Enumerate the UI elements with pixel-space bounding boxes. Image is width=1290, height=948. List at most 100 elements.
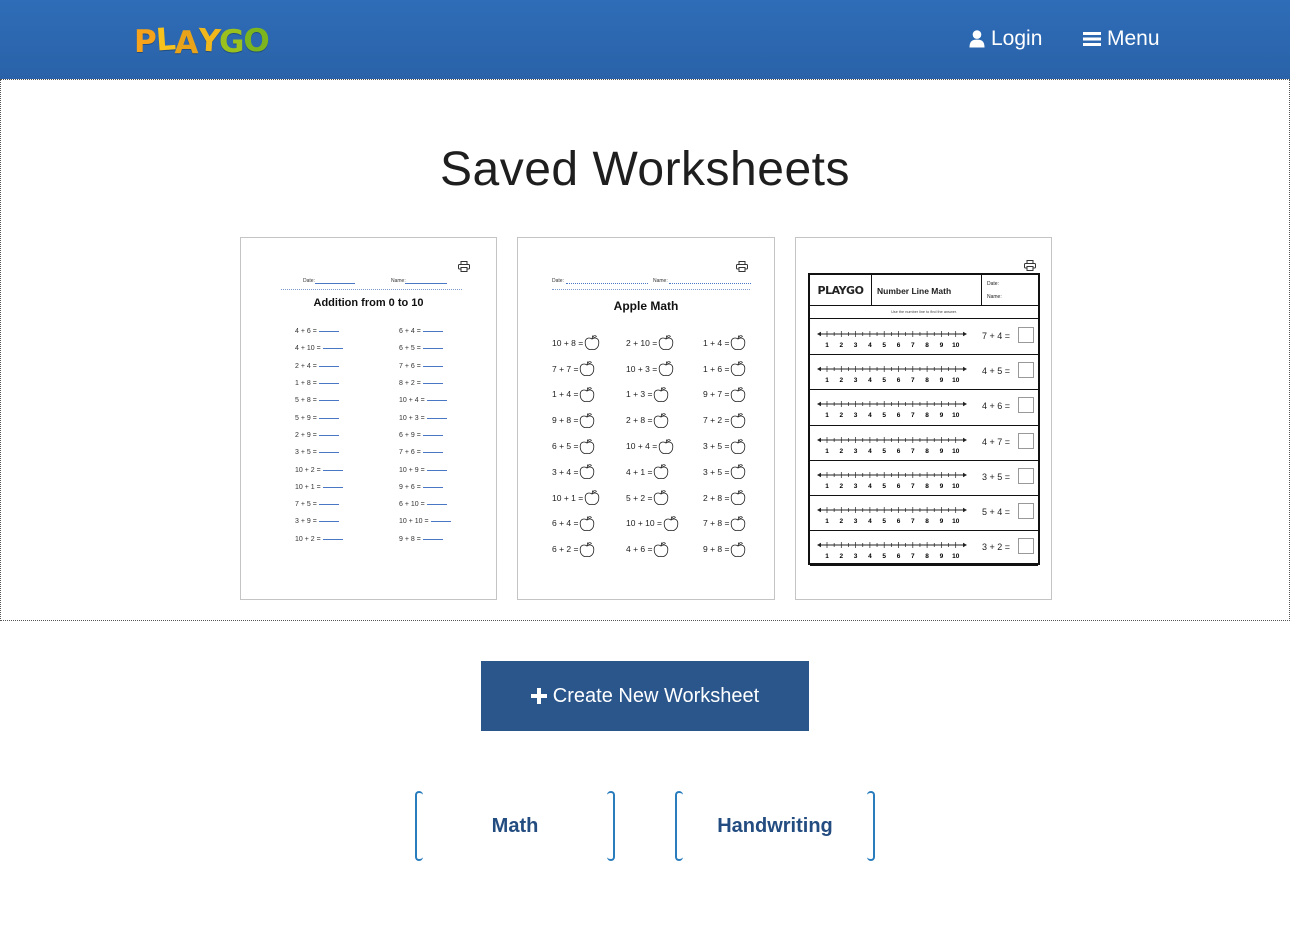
- problem-row: 6 + 4 =: [399, 323, 451, 340]
- number-line-label: 10: [952, 553, 960, 560]
- equation-text: 3 + 2 =: [982, 542, 1011, 553]
- answer-blank: [318, 417, 339, 419]
- problem-text: 3 + 5 =: [703, 441, 730, 452]
- number-line-label: 6: [897, 483, 901, 490]
- problem-text: 9 + 7 =: [703, 389, 730, 400]
- number-line-label: 2: [839, 412, 843, 419]
- answer-blank: [322, 538, 343, 540]
- name-label: Name:: [653, 278, 668, 284]
- number-line-label: 6: [897, 448, 901, 455]
- worksheet-instructions: Use the number line to find the answer.: [810, 306, 1038, 319]
- problem-row: 9 + 8 =: [552, 407, 600, 433]
- number-line-label: 10: [952, 448, 960, 455]
- number-line-label: 3: [854, 377, 858, 384]
- print-icon[interactable]: [458, 261, 470, 272]
- problem-text: 10 + 2 =: [295, 466, 321, 474]
- answer-blank: [318, 504, 339, 506]
- problem-text: 7 + 7 =: [552, 363, 579, 374]
- problem-text: 7 + 6 =: [399, 362, 421, 370]
- worksheet-header-fields: Date: Name:: [552, 278, 751, 290]
- number-line-label: 9: [940, 518, 944, 525]
- answer-blank: [422, 452, 443, 454]
- answer-blank: [422, 486, 443, 488]
- name-line: [669, 283, 751, 284]
- apple-icon: [731, 413, 746, 428]
- answer-blank: [422, 434, 443, 436]
- problem-text: 1 + 4 =: [703, 337, 730, 348]
- answer-blank: [318, 383, 339, 385]
- print-icon[interactable]: [1024, 260, 1036, 271]
- problem-row: 4 + 10 =: [295, 340, 343, 357]
- number-line-label: 1: [825, 342, 829, 349]
- problem-text: 6 + 10 =: [399, 501, 425, 509]
- number-line: 1 2 3 4 5 6 7 8 9 10: [817, 471, 967, 490]
- menu-button[interactable]: Menu: [1083, 27, 1160, 51]
- number-line-label: 2: [839, 377, 843, 384]
- problem-row: 10 + 2 =: [295, 531, 343, 548]
- number-line-label: 8: [925, 448, 929, 455]
- worksheet-header-fields: Date: Name:: [281, 278, 462, 290]
- problem-row: 7 + 5 =: [295, 496, 343, 513]
- number-line-label: 3: [854, 412, 858, 419]
- plus-icon: [530, 688, 547, 704]
- worksheet-title: Number Line Math: [872, 275, 982, 306]
- problem-list-col1: 10 + 8 = 7 + 7 = 1 + 4 = 9 + 8 = 6 + 5 = 3 + …: [552, 330, 600, 562]
- problem-text: 7 + 8 =: [703, 518, 730, 529]
- problem-text: 10 + 1 =: [295, 483, 321, 491]
- equation-text: 3 + 5 =: [982, 471, 1011, 482]
- playgo-logo[interactable]: PLAYGO: [134, 20, 270, 61]
- category-handwriting-button[interactable]: Handwriting: [675, 791, 875, 861]
- number-line-label: 7: [911, 342, 915, 349]
- problem-text: 6 + 2 =: [552, 544, 579, 555]
- number-line-row: 1 2 3 4 5 6 7 8 9 10 3 + 5 =: [810, 461, 1038, 496]
- problem-text: 4 + 6 =: [626, 544, 653, 555]
- problem-text: 6 + 5 =: [552, 441, 579, 452]
- login-button[interactable]: Login: [969, 27, 1042, 51]
- worksheet-card-number-line[interactable]: PLAYGO Number Line Math Date: Name: Use …: [795, 237, 1052, 600]
- apple-icon: [654, 490, 669, 506]
- category-math-button[interactable]: Math: [415, 791, 615, 861]
- print-icon[interactable]: [736, 261, 748, 272]
- logo-letter: A: [174, 25, 199, 61]
- problem-row: 4 + 1 =: [626, 459, 679, 485]
- problem-text: 8 + 2 =: [399, 380, 421, 388]
- number-line-label: 5: [882, 553, 886, 560]
- problem-row: 3 + 5 =: [295, 444, 343, 461]
- answer-blank: [318, 400, 339, 402]
- number-line-label: 6: [897, 518, 901, 525]
- number-line-label: 5: [882, 412, 886, 419]
- problem-text: 9 + 6 =: [399, 483, 421, 491]
- answer-blank: [322, 348, 343, 350]
- number-line-label: 7: [911, 553, 915, 560]
- problem-row: 2 + 8 =: [703, 485, 746, 511]
- worksheet-header: PLAYGO Number Line Math Date: Name:: [810, 275, 1038, 306]
- top-navbar: PLAYGO Login Menu: [0, 0, 1290, 79]
- number-line-label: 3: [854, 483, 858, 490]
- problem-row: 5 + 2 =: [626, 485, 679, 511]
- number-line-label: 2: [839, 342, 843, 349]
- answer-blank: [322, 469, 343, 471]
- problem-text: 10 + 4 =: [399, 397, 425, 405]
- worksheet-card-apple-math[interactable]: Date: Name: Apple Math 10 + 8 = 7 + 7 = 1 …: [517, 237, 775, 600]
- number-line-label: 2: [839, 518, 843, 525]
- menu-label: Menu: [1107, 27, 1160, 50]
- number-line-label: 6: [897, 377, 901, 384]
- number-line-label: 6: [897, 342, 901, 349]
- number-line-label: 10: [952, 342, 960, 349]
- worksheet-logo: PLAYGO: [810, 275, 872, 306]
- problem-row: 3 + 9 =: [295, 513, 343, 530]
- number-line-label: 10: [952, 412, 960, 419]
- problem-text: 6 + 5 =: [399, 345, 421, 353]
- number-line: 1 2 3 4 5 6 7 8 9 10: [817, 366, 967, 384]
- hamburger-icon: [1083, 32, 1101, 46]
- problem-row: 9 + 7 =: [703, 382, 746, 408]
- problem-row: 10 + 9 =: [399, 461, 451, 478]
- answer-blank: [318, 434, 339, 436]
- number-line-label: 9: [940, 342, 944, 349]
- problem-row: 10 + 3 =: [626, 356, 679, 382]
- number-line-label: 10: [952, 377, 960, 384]
- problem-text: 4 + 10 =: [295, 345, 321, 353]
- number-line-label: 4: [868, 483, 872, 490]
- create-new-worksheet-button[interactable]: Create New Worksheet: [481, 661, 809, 731]
- worksheet-card-addition[interactable]: Date: Name: Addition from 0 to 10 4 + 6 …: [240, 237, 497, 600]
